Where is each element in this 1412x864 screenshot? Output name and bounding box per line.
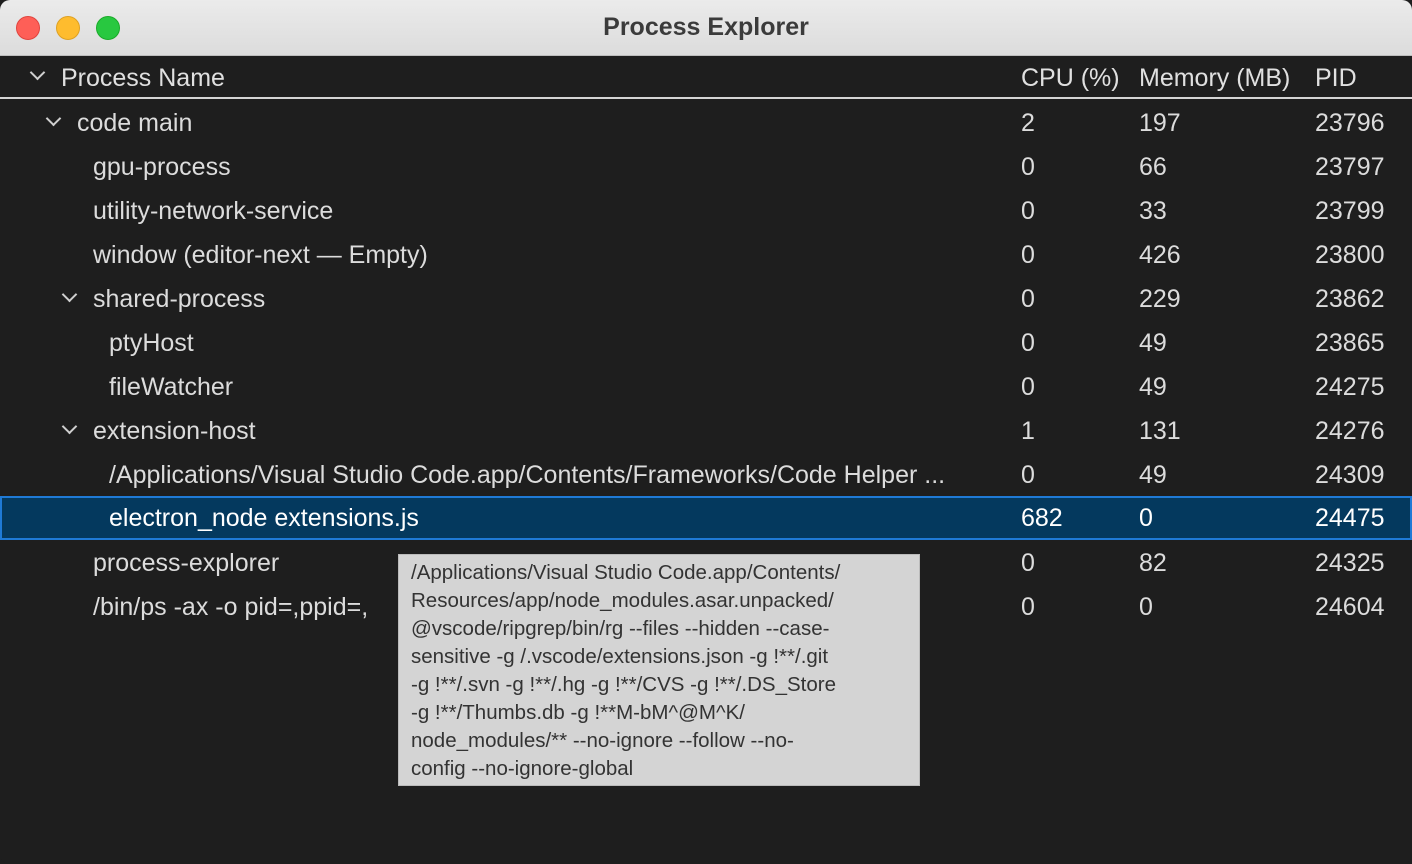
cpu-value: 0 [1021, 549, 1035, 577]
memory-value: 82 [1139, 549, 1167, 577]
table-row[interactable]: gpu-process 0 66 23797 [0, 145, 1412, 189]
process-name: shared-process [93, 285, 266, 313]
cpu-value: 0 [1021, 241, 1035, 269]
cpu-value: 0 [1021, 285, 1035, 313]
column-header-memory[interactable]: Memory (MB) [1139, 64, 1290, 93]
table-header: Process Name CPU (%) Memory (MB) PID [0, 57, 1412, 99]
cpu-value: 0 [1021, 153, 1035, 181]
memory-value: 0 [1139, 593, 1153, 621]
pid-value: 24276 [1315, 417, 1385, 445]
pid-value: 23800 [1315, 241, 1385, 269]
pid-value: 24475 [1315, 504, 1385, 532]
process-name: /bin/ps -ax -o pid=,ppid=, [93, 593, 369, 621]
chevron-down-icon[interactable] [45, 110, 62, 127]
table-row[interactable]: extension-host 1 131 24276 [0, 409, 1412, 453]
window-title: Process Explorer [603, 13, 809, 41]
cpu-value: 0 [1021, 329, 1035, 357]
collapse-all-chevron-icon[interactable] [29, 64, 46, 81]
tooltip-line: node_modules/** --no-ignore --follow --n… [411, 729, 794, 752]
tooltip-line: config --no-ignore-global [411, 757, 634, 780]
cpu-value: 682 [1021, 504, 1063, 532]
table-row[interactable]: utility-network-service 0 33 23799 [0, 189, 1412, 233]
table-row[interactable]: code main 2 197 23796 [0, 101, 1412, 145]
table-row-selected[interactable]: electron_node extensions.js 682 0 24475 [0, 496, 1412, 540]
column-header-process-name[interactable]: Process Name [61, 64, 225, 93]
tooltip-line: @vscode/ripgrep/bin/rg --files --hidden … [411, 617, 830, 640]
memory-value: 33 [1139, 197, 1167, 225]
pid-value: 24309 [1315, 461, 1385, 489]
process-command-tooltip: /Applications/Visual Studio Code.app/Con… [398, 554, 920, 786]
process-name: /Applications/Visual Studio Code.app/Con… [109, 461, 946, 489]
pid-value: 24604 [1315, 593, 1385, 621]
pid-value: 23862 [1315, 285, 1385, 313]
cpu-value: 0 [1021, 593, 1035, 621]
table-row[interactable]: ptyHost 0 49 23865 [0, 321, 1412, 365]
cpu-value: 0 [1021, 461, 1035, 489]
column-header-pid[interactable]: PID [1315, 64, 1357, 93]
tooltip-line: Resources/app/node_modules.asar.unpacked… [411, 589, 834, 612]
process-explorer-window: Process Explorer Process Name CPU (%) Me… [0, 0, 1412, 864]
cpu-value: 2 [1021, 109, 1035, 137]
cpu-value: 1 [1021, 417, 1035, 445]
memory-value: 0 [1139, 504, 1153, 532]
memory-value: 66 [1139, 153, 1167, 181]
tooltip-line: /Applications/Visual Studio Code.app/Con… [411, 561, 841, 584]
process-name: gpu-process [93, 153, 231, 181]
tooltip-line: sensitive -g /.vscode/extensions.json -g… [411, 645, 829, 668]
process-name: extension-host [93, 417, 256, 445]
title-bar: Process Explorer [0, 0, 1412, 56]
memory-value: 229 [1139, 285, 1181, 313]
pid-value: 23797 [1315, 153, 1385, 181]
cpu-value: 0 [1021, 197, 1035, 225]
process-name: fileWatcher [109, 373, 234, 401]
table-row[interactable]: window (editor-next — Empty) 0 426 23800 [0, 233, 1412, 277]
memory-value: 49 [1139, 373, 1167, 401]
chevron-down-icon[interactable] [61, 418, 78, 435]
tooltip-line: -g !**/.svn -g !**/.hg -g !**/CVS -g !**… [411, 673, 836, 696]
process-name: ptyHost [109, 329, 194, 357]
table-row[interactable]: /Applications/Visual Studio Code.app/Con… [0, 453, 1412, 497]
process-name: process-explorer [93, 549, 280, 577]
process-name: utility-network-service [93, 197, 334, 225]
column-header-cpu[interactable]: CPU (%) [1021, 64, 1120, 93]
memory-value: 197 [1139, 109, 1181, 137]
process-name: electron_node extensions.js [109, 504, 419, 532]
memory-value: 49 [1139, 329, 1167, 357]
memory-value: 426 [1139, 241, 1181, 269]
table-row[interactable]: shared-process 0 229 23862 [0, 277, 1412, 321]
pid-value: 23799 [1315, 197, 1385, 225]
memory-value: 131 [1139, 417, 1181, 445]
pid-value: 23865 [1315, 329, 1385, 357]
table-row[interactable]: fileWatcher 0 49 24275 [0, 365, 1412, 409]
chevron-down-icon[interactable] [61, 286, 78, 303]
pid-value: 24325 [1315, 549, 1385, 577]
cpu-value: 0 [1021, 373, 1035, 401]
process-name: code main [77, 109, 193, 137]
pid-value: 24275 [1315, 373, 1385, 401]
process-name: window (editor-next — Empty) [93, 241, 428, 269]
memory-value: 49 [1139, 461, 1167, 489]
pid-value: 23796 [1315, 109, 1385, 137]
tooltip-line: -g !**/Thumbs.db -g !**M-bM^@M^K/ [411, 701, 745, 724]
